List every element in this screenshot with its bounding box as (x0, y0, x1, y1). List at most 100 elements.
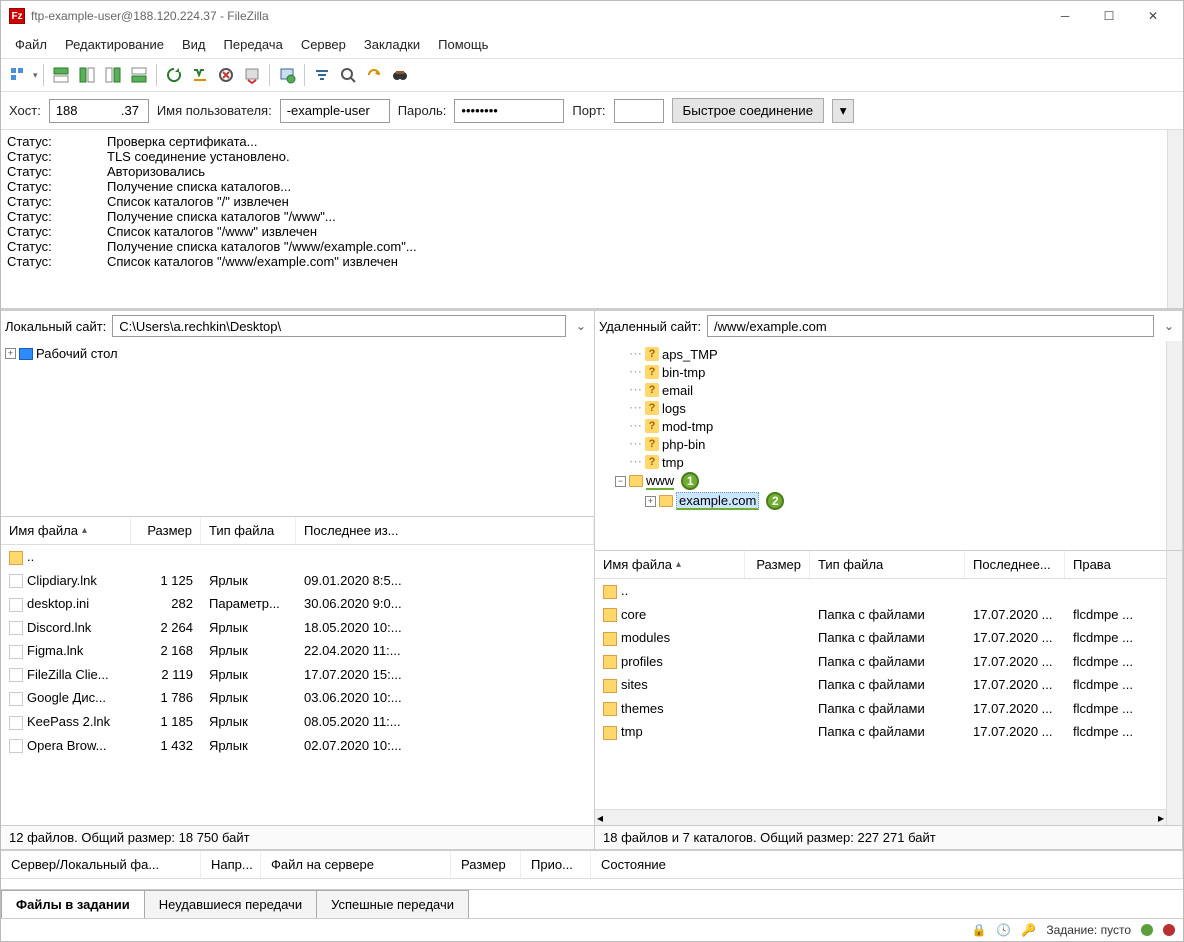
tree-row[interactable]: ⋯?php-bin (629, 435, 1178, 453)
tree-label: www (646, 473, 674, 490)
user-input[interactable] (280, 99, 390, 123)
list-item[interactable]: .. (595, 579, 1182, 603)
list-item[interactable]: modulesПапка с файлами17.07.2020 ...flcd… (595, 626, 1182, 650)
remote-list-scrollbar-h[interactable]: ◂▸ (595, 809, 1166, 825)
tab-success[interactable]: Успешные передачи (316, 890, 469, 918)
menu-help[interactable]: Помощь (430, 33, 496, 56)
list-item[interactable]: KeePass 2.lnk1 185Ярлык08.05.2020 11:... (1, 710, 594, 734)
list-item[interactable]: desktop.ini282Параметр...30.06.2020 9:0.… (1, 592, 594, 616)
list-item[interactable]: Figma.lnk2 168Ярлык22.04.2020 11:... (1, 639, 594, 663)
list-item[interactable]: FileZilla Clie...2 119Ярлык17.07.2020 15… (1, 663, 594, 687)
quick-connect-dropdown[interactable]: ▾ (832, 99, 854, 123)
refresh-icon[interactable] (162, 63, 186, 87)
menu-server[interactable]: Сервер (293, 33, 354, 56)
qcol-dir[interactable]: Напр... (201, 851, 261, 878)
collapse-icon[interactable]: − (615, 476, 626, 487)
clock-icon[interactable]: 🕓 (996, 923, 1011, 937)
site-manager-icon[interactable] (7, 63, 31, 87)
sort-asc-icon: ▴ (82, 525, 87, 536)
process-queue-icon[interactable] (188, 63, 212, 87)
expand-icon[interactable]: + (645, 496, 656, 507)
tree-row[interactable]: ⋯?email (629, 381, 1178, 399)
qcol-prio[interactable]: Прио... (521, 851, 591, 878)
qcol-server[interactable]: Сервер/Локальный фа... (1, 851, 201, 878)
list-item[interactable]: sitesПапка с файлами17.07.2020 ...flcdmp… (595, 673, 1182, 697)
folder-icon (629, 475, 643, 487)
host-input[interactable] (49, 99, 149, 123)
list-item[interactable]: Google Дис...1 786Ярлык03.06.2020 10:... (1, 686, 594, 710)
toggle-queue-icon[interactable] (127, 63, 151, 87)
expand-icon[interactable]: + (5, 348, 16, 359)
qcol-remote[interactable]: Файл на сервере (261, 851, 451, 878)
toggle-log-icon[interactable] (49, 63, 73, 87)
col-type[interactable]: Тип файла (201, 517, 296, 544)
qcol-size[interactable]: Размер (451, 851, 521, 878)
menu-file[interactable]: Файл (7, 33, 55, 56)
lock-icon[interactable]: 🔒 (971, 923, 986, 937)
remote-file-list[interactable]: Имя файла▴ Размер Тип файла Последнее...… (595, 551, 1182, 825)
menu-transfer[interactable]: Передача (216, 33, 291, 56)
list-item[interactable]: profilesПапка с файлами17.07.2020 ...flc… (595, 650, 1182, 674)
list-item[interactable]: Clipdiary.lnk1 125Ярлык09.01.2020 8:5... (1, 569, 594, 593)
tree-row-www[interactable]: − www 1 (599, 471, 1178, 491)
unknown-folder-icon: ? (645, 365, 659, 379)
binoculars-icon[interactable] (388, 63, 412, 87)
list-item[interactable]: tmpПапка с файлами17.07.2020 ...flcdmpe … (595, 720, 1182, 744)
minimize-button[interactable]: ─ (1043, 2, 1087, 30)
list-item[interactable]: coreПапка с файлами17.07.2020 ...flcdmpe… (595, 603, 1182, 627)
col-size[interactable]: Размер (131, 517, 201, 544)
toggle-remote-tree-icon[interactable] (101, 63, 125, 87)
col-modified[interactable]: Последнее из... (296, 517, 594, 544)
tree-row-example[interactable]: + example.com 2 (599, 491, 1178, 511)
remote-tree[interactable]: ⋯?aps_TMP⋯?bin-tmp⋯?email⋯?logs⋯?mod-tmp… (595, 341, 1182, 551)
col-perm[interactable]: Права (1065, 551, 1182, 578)
col-name[interactable]: Имя файла▴ (595, 551, 745, 578)
col-name[interactable]: Имя файла▴ (1, 517, 131, 544)
tree-row[interactable]: ⋯?logs (629, 399, 1178, 417)
col-type[interactable]: Тип файла (810, 551, 965, 578)
close-button[interactable]: ✕ (1131, 2, 1175, 30)
pass-input[interactable] (454, 99, 564, 123)
cancel-icon[interactable] (214, 63, 238, 87)
local-path-input[interactable] (112, 315, 566, 337)
reconnect-icon[interactable] (275, 63, 299, 87)
tree-row-desktop[interactable]: + Рабочий стол (5, 345, 590, 362)
search-icon[interactable] (336, 63, 360, 87)
col-modified[interactable]: Последнее... (965, 551, 1065, 578)
toggle-local-tree-icon[interactable] (75, 63, 99, 87)
filter-icon[interactable] (310, 63, 334, 87)
tree-row[interactable]: ⋯?tmp (629, 453, 1178, 471)
tree-row[interactable]: ⋯?mod-tmp (629, 417, 1178, 435)
list-item[interactable]: Discord.lnk2 264Ярлык18.05.2020 10:... (1, 616, 594, 640)
port-input[interactable] (614, 99, 664, 123)
tab-queued[interactable]: Файлы в задании (1, 890, 145, 918)
unknown-folder-icon: ? (645, 383, 659, 397)
local-file-list[interactable]: Имя файла▴ Размер Тип файла Последнее из… (1, 517, 594, 825)
list-item[interactable]: Opera Brow...1 432Ярлык02.07.2020 10:... (1, 734, 594, 758)
compare-icon[interactable] (362, 63, 386, 87)
tab-failed[interactable]: Неудавшиеся передачи (144, 890, 317, 918)
message-log[interactable]: Статус:Проверка сертификата...Статус:TLS… (1, 130, 1183, 310)
list-item[interactable]: .. (1, 545, 594, 569)
list-item[interactable]: themesПапка с файлами17.07.2020 ...flcdm… (595, 697, 1182, 721)
log-row: Статус:Получение списка каталогов "/www"… (7, 209, 1177, 224)
menu-view[interactable]: Вид (174, 33, 214, 56)
menu-edit[interactable]: Редактирование (57, 33, 172, 56)
disconnect-icon[interactable] (240, 63, 264, 87)
tree-row[interactable]: ⋯?aps_TMP (629, 345, 1178, 363)
local-tree[interactable]: + Рабочий стол (1, 341, 594, 517)
remote-path-dropdown[interactable]: ⌄ (1160, 319, 1178, 333)
maximize-button[interactable]: ☐ (1087, 2, 1131, 30)
menu-bookmarks[interactable]: Закладки (356, 33, 428, 56)
quick-connect-button[interactable]: Быстрое соединение (672, 98, 825, 123)
log-scrollbar[interactable] (1167, 130, 1183, 308)
remote-path-input[interactable] (707, 315, 1154, 337)
local-path-dropdown[interactable]: ⌄ (572, 319, 590, 333)
col-size[interactable]: Размер (745, 551, 810, 578)
qcol-status[interactable]: Состояние (591, 851, 1183, 878)
key-icon[interactable]: 🔑 (1021, 923, 1036, 937)
tree-label: example.com (676, 492, 759, 510)
remote-list-scrollbar-v[interactable] (1166, 551, 1182, 825)
remote-tree-scrollbar[interactable] (1166, 341, 1182, 550)
tree-row[interactable]: ⋯?bin-tmp (629, 363, 1178, 381)
